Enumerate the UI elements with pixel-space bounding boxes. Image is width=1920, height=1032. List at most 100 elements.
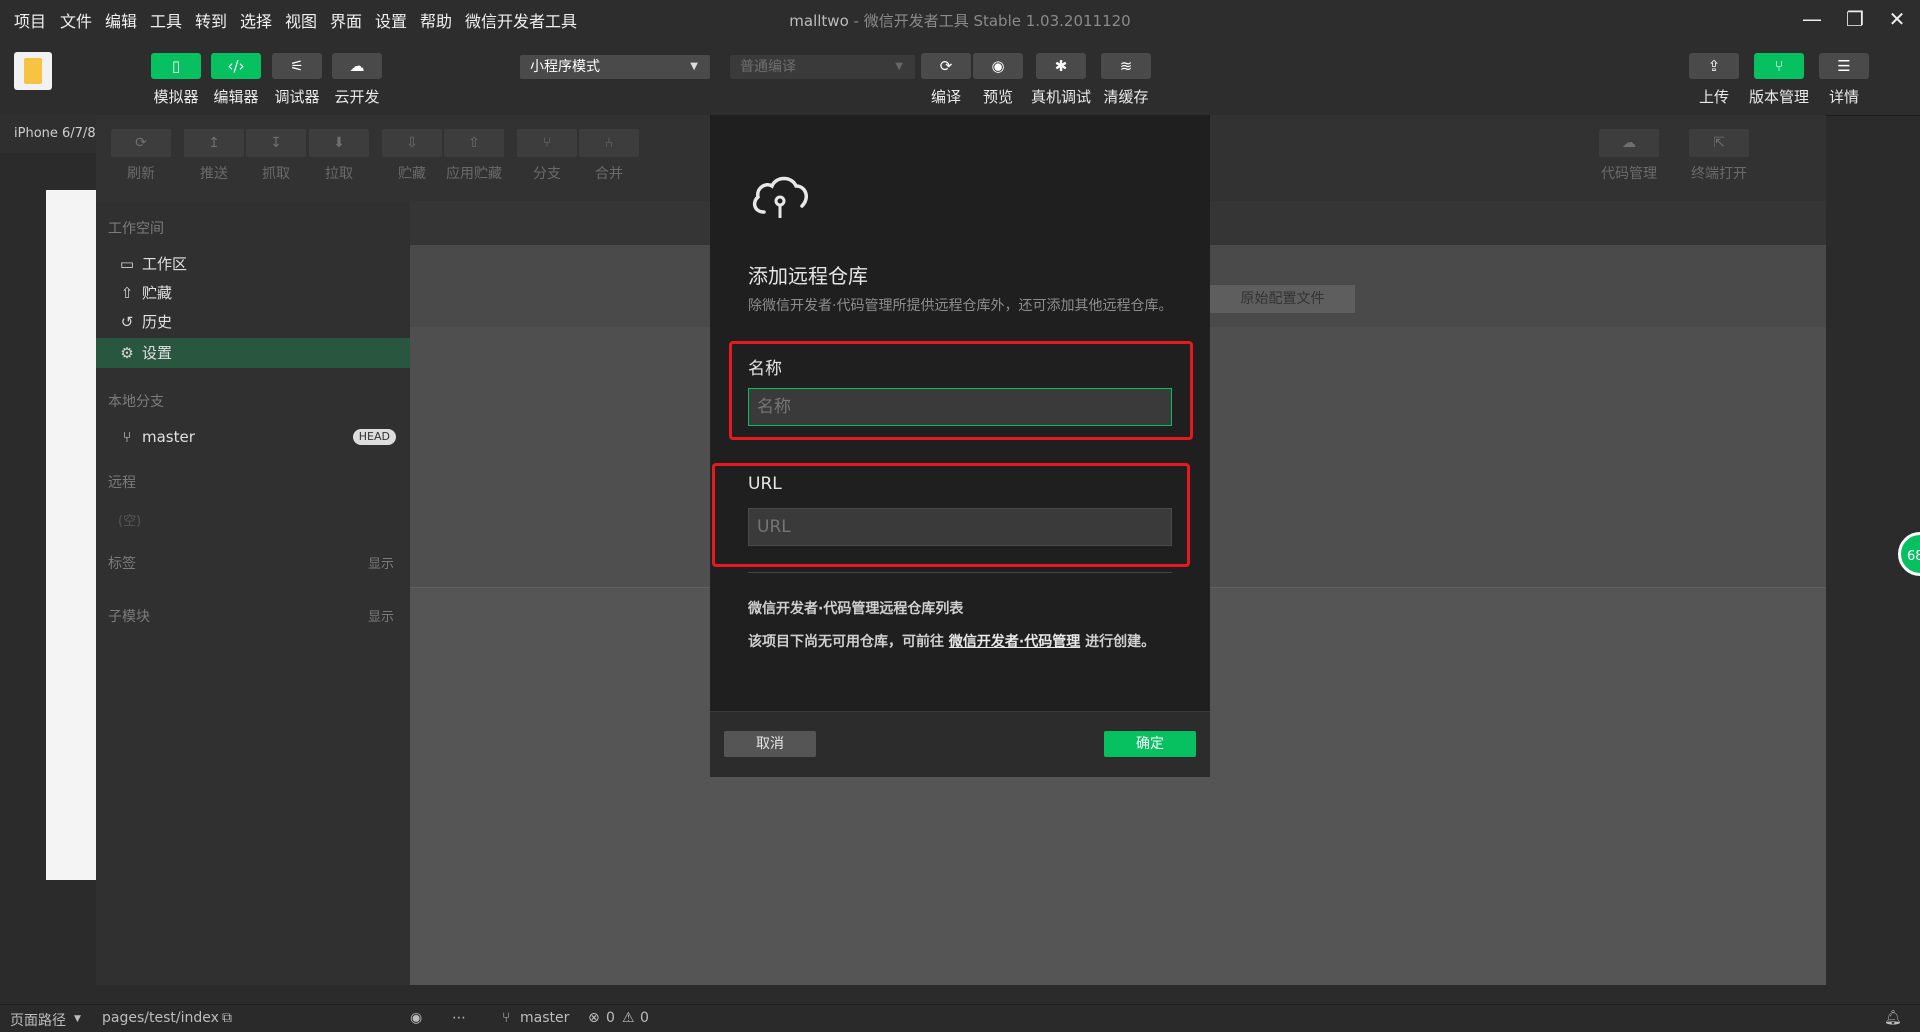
error-count[interactable]: 0 xyxy=(606,1010,615,1026)
refresh-icon[interactable]: ⟳ xyxy=(921,53,971,79)
sidebar-item-label: 设置 xyxy=(142,344,173,362)
fetch-icon[interactable]: ↧ xyxy=(246,129,306,157)
pull-label: 拉取 xyxy=(325,166,353,182)
simulator-phone xyxy=(46,190,102,880)
dialog-title: 添加远程仓库 xyxy=(748,264,868,288)
cloud-label: 云开发 xyxy=(334,88,380,106)
stash-icon[interactable]: ⇩ xyxy=(382,129,442,157)
sidebar-item-settings[interactable]: ⚙ 设置 xyxy=(96,338,410,368)
tags-toggle[interactable]: 显示 xyxy=(368,553,394,572)
editor-label: 编辑器 xyxy=(213,88,259,106)
debugger-icon[interactable]: ⚟ xyxy=(272,53,322,79)
mobile-icon[interactable]: ▯ xyxy=(151,53,201,79)
remote-list-empty-text: 该项目下尚无可用仓库，可前往 微信开发者·代码管理 进行创建。 xyxy=(748,634,1156,650)
sidebar-item-history[interactable]: ↺ 历史 xyxy=(96,307,410,337)
remote-section-title: 远程 xyxy=(108,475,136,491)
cloud-icon xyxy=(748,172,812,224)
menu-icon[interactable]: ☰ xyxy=(1819,53,1869,79)
error-icon: ⊗ xyxy=(588,1010,600,1026)
avatar[interactable] xyxy=(14,52,52,90)
submodule-toggle[interactable]: 显示 xyxy=(368,606,394,625)
history-icon: ↺ xyxy=(120,313,134,331)
refresh-label: 刷新 xyxy=(127,166,155,182)
folder-icon: ▭ xyxy=(119,255,135,273)
code-mgmt-label: 代码管理 xyxy=(1601,166,1657,182)
stash-icon: ⇧ xyxy=(120,284,134,302)
remote-list-title: 微信开发者·代码管理远程仓库列表 xyxy=(748,601,964,617)
terminal-label: 终端打开 xyxy=(1691,166,1747,182)
status-branch[interactable]: master xyxy=(520,1010,569,1026)
upload-label: 上传 xyxy=(1698,88,1729,106)
eye-icon[interactable]: ◉ xyxy=(973,53,1023,79)
code-mgmt-link[interactable]: 微信开发者·代码管理 xyxy=(949,634,1080,650)
branch-label: 分支 xyxy=(533,166,561,182)
cloud-dev-icon[interactable]: ☁ xyxy=(332,53,382,79)
copy-icon[interactable]: ⧉ xyxy=(222,1010,232,1026)
pull-icon[interactable]: ⬇ xyxy=(309,129,369,157)
merge-label: 合并 xyxy=(595,166,623,182)
gear-icon: ⚙ xyxy=(120,344,134,362)
floating-badge[interactable]: 68 xyxy=(1898,532,1920,576)
page-path: pages/test/index xyxy=(102,1010,219,1026)
more-icon[interactable]: ⋯ xyxy=(452,1010,466,1026)
chevron-down-icon: ▼ xyxy=(690,61,698,72)
branch-icon: ⑂ xyxy=(502,1010,511,1026)
head-badge: HEAD xyxy=(352,429,396,445)
tags-section-title: 标签 xyxy=(108,556,136,572)
terminal-icon[interactable]: ⇱ xyxy=(1689,129,1749,157)
project-name: malltwo xyxy=(789,12,849,30)
cancel-button[interactable]: 取消 xyxy=(724,731,816,757)
page-path-label[interactable]: 页面路径 xyxy=(10,1010,66,1030)
compile-select-value: 普通编译 xyxy=(740,59,796,75)
layers-icon[interactable]: ≋ xyxy=(1101,53,1151,79)
version-mgmt-label: 版本管理 xyxy=(1748,88,1809,106)
clear-cache-label: 清缓存 xyxy=(1103,88,1149,106)
raw-config-button[interactable]: 原始配置文件 xyxy=(1210,285,1355,313)
push-icon[interactable]: ↥ xyxy=(184,129,244,157)
workspace-section-title: 工作空间 xyxy=(108,221,164,237)
device-selector[interactable]: iPhone 6/7/8 xyxy=(0,115,96,153)
eye-icon[interactable]: ◉ xyxy=(410,1010,422,1026)
sidebar-item-label: 历史 xyxy=(142,313,173,331)
refresh-icon[interactable]: ⟳ xyxy=(111,129,171,157)
push-label: 推送 xyxy=(200,166,228,182)
dialog-description: 除微信开发者·代码管理所提供远程仓库外，还可添加其他远程仓库。 xyxy=(748,298,1173,314)
bug-icon[interactable]: ✱ xyxy=(1036,53,1086,79)
chevron-down-icon: ▼ xyxy=(895,61,903,72)
remote-debug-label: 真机调试 xyxy=(1030,88,1091,106)
sidebar-item-workspace[interactable]: ▭ 工作区 xyxy=(96,249,410,279)
chevron-down-icon: ▼ xyxy=(74,1014,81,1024)
sidebar-item-label: 贮藏 xyxy=(142,284,173,302)
apply-stash-icon[interactable]: ⇧ xyxy=(444,129,504,157)
divider xyxy=(748,572,1172,573)
bell-icon[interactable]: 🔔︎ xyxy=(1884,1010,1902,1026)
details-label: 详情 xyxy=(1828,88,1859,106)
remote-empty-text: (空) xyxy=(118,514,142,529)
warning-count[interactable]: 0 xyxy=(640,1010,649,1026)
compile-select[interactable]: 普通编译 ▼ xyxy=(730,55,915,79)
name-input[interactable] xyxy=(748,388,1172,426)
sidebar-item-stash[interactable]: ⇧ 贮藏 xyxy=(96,278,410,308)
menu-bar: 项目 文件 编辑 工具 转到 选择 视图 界面 设置 帮助 微信开发者工具 ma… xyxy=(0,0,1920,38)
branch-icon[interactable]: ⑂ xyxy=(1754,53,1804,79)
minimize-icon[interactable]: — xyxy=(1797,6,1827,32)
branch-icon[interactable]: ⑂ xyxy=(517,129,577,157)
branch-icon: ⑂ xyxy=(122,428,132,446)
warning-icon: ⚠ xyxy=(622,1010,635,1026)
branch-item-master[interactable]: ⑂ master HEAD xyxy=(96,422,410,452)
local-branch-section-title: 本地分支 xyxy=(108,394,164,410)
maximize-icon[interactable]: ❐ xyxy=(1840,6,1870,32)
name-label: 名称 xyxy=(748,359,782,379)
fetch-label: 抓取 xyxy=(262,166,290,182)
mode-select[interactable]: 小程序模式 ▼ xyxy=(520,55,710,79)
apply-stash-label: 应用贮藏 xyxy=(446,166,502,182)
confirm-button[interactable]: 确定 xyxy=(1104,731,1196,757)
code-icon[interactable]: ‹/› xyxy=(211,53,261,79)
url-input[interactable] xyxy=(748,508,1172,546)
merge-icon[interactable]: ⑃ xyxy=(579,129,639,157)
code-mgmt-icon[interactable]: ☁ xyxy=(1599,129,1659,157)
upload-icon[interactable]: ⇪ xyxy=(1689,53,1739,79)
close-icon[interactable]: ✕ xyxy=(1882,6,1912,32)
url-label: URL xyxy=(748,474,782,494)
branch-name: master xyxy=(142,428,195,446)
